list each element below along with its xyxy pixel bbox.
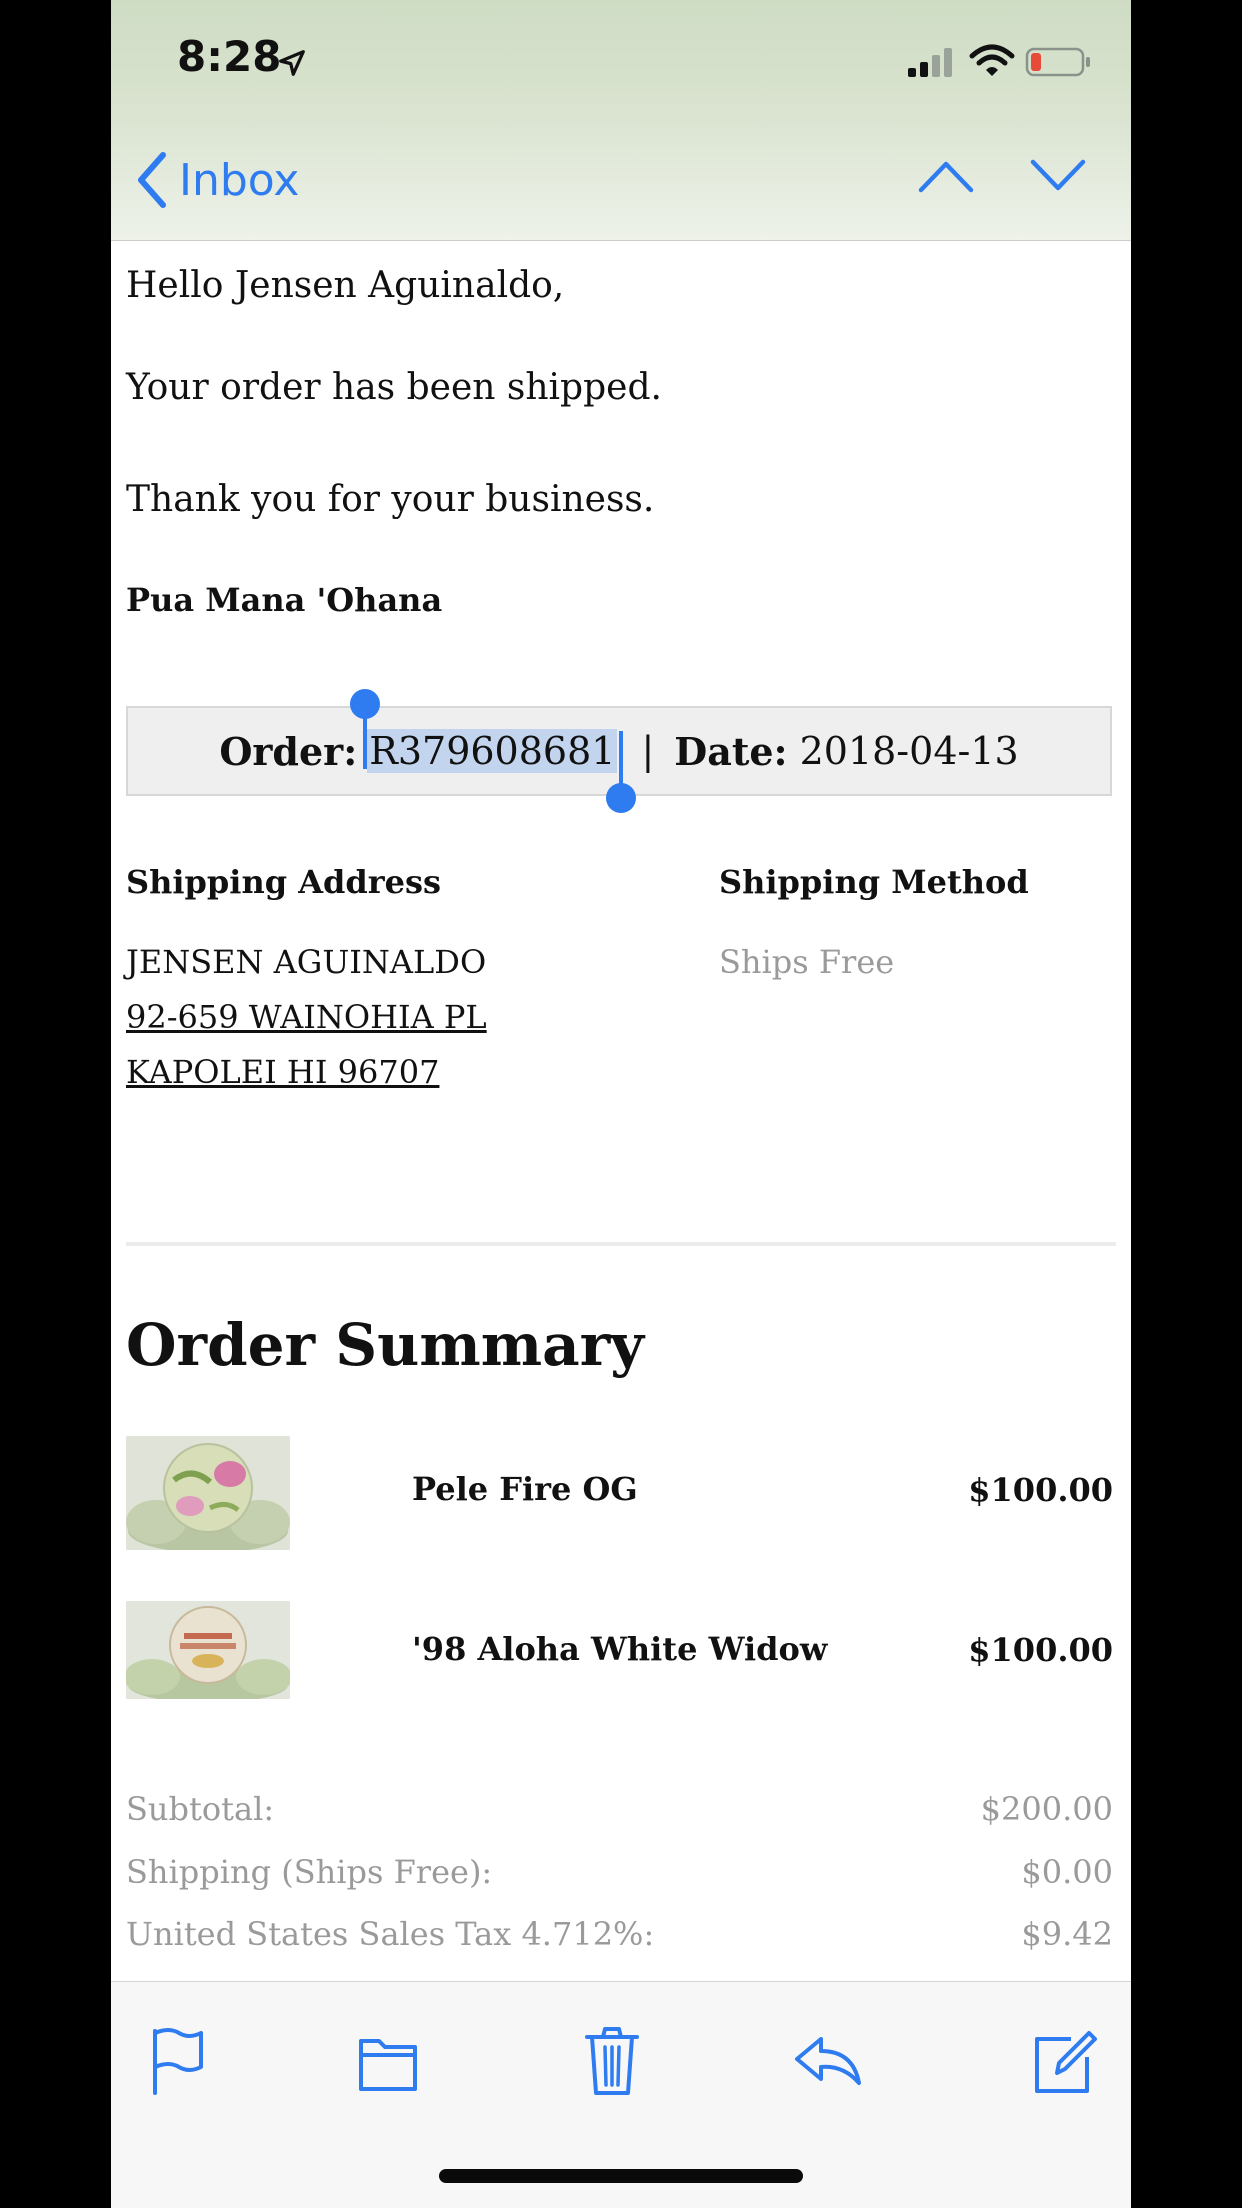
product-thumbnail — [126, 1601, 290, 1699]
compose-icon[interactable] — [1031, 2025, 1097, 2097]
battery-low-icon — [1025, 47, 1090, 77]
item-name: '98 Aloha White Widow — [412, 1630, 828, 1668]
status-time: 8:28 — [177, 32, 282, 81]
phone-screen: 8:28 Inbox Hello Jensen Aguinaldo, Your … — [111, 0, 1131, 2208]
thanks-text: Thank you for your business. — [126, 479, 655, 520]
order-number[interactable]: R379608681 — [367, 729, 618, 773]
date-label: Date: — [674, 728, 788, 774]
flag-icon[interactable] — [147, 2025, 205, 2097]
trash-icon[interactable] — [583, 2025, 641, 2097]
shipping-method-value: Ships Free — [719, 943, 895, 981]
item-price: $100.00 — [968, 1631, 1113, 1669]
order-number-selection[interactable]: R379608681 — [350, 689, 637, 813]
shipping-cost-label: Shipping (Ships Free): — [126, 1853, 493, 1891]
subtotal-value: $200.00 — [980, 1790, 1113, 1828]
order-info-box: Order: R379608681 | Date: 2018-04-13 — [126, 689, 1112, 813]
address-name: JENSEN AGUINALDO — [126, 943, 487, 981]
selection-end-handle[interactable] — [606, 731, 637, 813]
greeting-text: Hello Jensen Aguinaldo, — [126, 265, 565, 306]
subtotal-label: Subtotal: — [126, 1790, 275, 1828]
back-button-label: Inbox — [179, 154, 300, 206]
order-separator: | — [641, 729, 655, 773]
location-arrow-icon — [279, 50, 305, 76]
chevron-left-icon — [138, 152, 166, 208]
order-date: 2018-04-13 — [799, 729, 1019, 773]
back-to-inbox-button[interactable]: Inbox — [133, 150, 299, 210]
item-name: Pele Fire OG — [412, 1470, 638, 1508]
signature: Pua Mana 'Ohana — [126, 581, 443, 619]
shipping-cost-value: $0.00 — [1021, 1853, 1113, 1891]
shipped-text: Your order has been shipped. — [126, 367, 662, 408]
selection-start-handle[interactable] — [350, 689, 381, 769]
item-price: $100.00 — [968, 1471, 1113, 1509]
order-summary-heading: Order Summary — [126, 1311, 644, 1379]
section-divider — [126, 1242, 1116, 1246]
folder-icon[interactable] — [357, 2025, 419, 2097]
product-thumbnail — [126, 1436, 290, 1550]
next-message-chevron-down-icon[interactable] — [1029, 158, 1087, 194]
previous-message-chevron-up-icon[interactable] — [917, 158, 975, 194]
order-label: Order: — [219, 728, 358, 774]
wifi-icon — [969, 44, 1015, 76]
navigation-header: 8:28 Inbox — [111, 0, 1131, 241]
home-indicator[interactable] — [439, 2169, 803, 2183]
shipping-method-heading: Shipping Method — [719, 863, 1029, 901]
address-line2-link[interactable]: KAPOLEI HI 96707 — [126, 1053, 439, 1091]
address-line1-link[interactable]: 92-659 WAINOHIA PL — [126, 998, 487, 1036]
reply-icon[interactable] — [791, 2025, 863, 2097]
sales-tax-value: $9.42 — [1021, 1915, 1113, 1953]
sales-tax-label: United States Sales Tax 4.712%: — [126, 1915, 655, 1953]
shipping-address-heading: Shipping Address — [126, 863, 442, 901]
cellular-signal-icon — [908, 48, 952, 77]
